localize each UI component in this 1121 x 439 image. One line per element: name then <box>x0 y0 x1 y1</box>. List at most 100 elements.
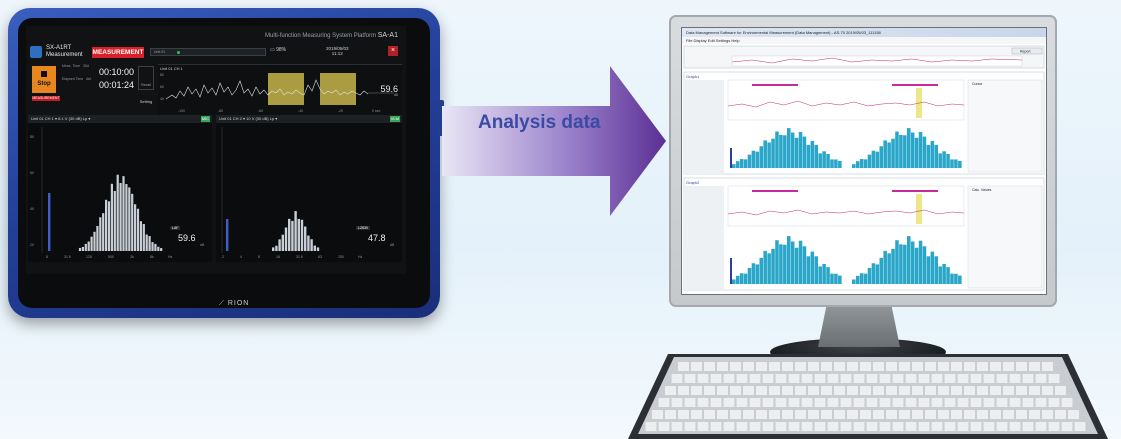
spectrum-bar <box>113 191 116 251</box>
key <box>873 386 884 395</box>
pc-spectrum-bar <box>779 244 783 284</box>
pc-spectrum-bar <box>751 150 756 168</box>
pc-spectrum-bar <box>739 273 744 284</box>
key <box>730 410 741 419</box>
panel2-header[interactable]: Unit 01 CH 2 ▾ 10 V (30 dB) Lp ▾ VLM <box>216 115 402 123</box>
key <box>977 410 988 419</box>
key <box>671 422 683 431</box>
key <box>691 386 702 395</box>
pc-spectrum-bar <box>852 164 856 168</box>
setting-button[interactable]: Setting <box>138 92 154 106</box>
cursor-label: Cursor <box>972 82 983 86</box>
key <box>827 398 839 407</box>
panel2-hz-label: 63 <box>318 255 322 259</box>
key <box>918 374 930 383</box>
pc-spectrum-bar <box>783 244 787 284</box>
pc-spectrum-bar <box>910 132 915 168</box>
pc-spectrum-bar <box>755 151 760 168</box>
key <box>931 398 943 407</box>
key <box>957 374 969 383</box>
key <box>944 374 956 383</box>
pc-spectrum-bar <box>852 279 856 284</box>
key <box>736 398 748 407</box>
pc-spectrum-bar <box>830 273 834 284</box>
pc-spectrum-bar <box>859 273 864 284</box>
menu-bar[interactable]: File Display Edit Settings Help <box>682 37 1046 44</box>
key <box>808 362 819 371</box>
measurement-badge[interactable]: MEASUREMENT <box>92 47 144 58</box>
spectrum-bar <box>122 176 125 251</box>
pc-spectrum-bar <box>732 279 736 284</box>
app-name-line1: SX-A1RT <box>46 45 72 51</box>
key <box>944 398 956 407</box>
key <box>769 362 780 371</box>
spectrum-bar <box>278 239 281 251</box>
marker-bar <box>752 190 798 192</box>
spectrum-bar <box>157 246 160 251</box>
panel2-value: 47.8 <box>368 233 386 243</box>
tablet-screen: Multi-function Measuring System Platform… <box>26 26 406 274</box>
key <box>665 386 676 395</box>
key <box>951 362 962 371</box>
pc-spectrum-bar <box>938 266 942 284</box>
key <box>892 374 904 383</box>
key <box>697 398 709 407</box>
key <box>1068 410 1079 419</box>
key <box>840 398 852 407</box>
close-button[interactable]: × <box>388 46 398 56</box>
spectrum-bar <box>288 218 291 251</box>
clock: 2019/05/03 11:12 <box>326 46 349 56</box>
key <box>775 422 787 431</box>
key <box>892 422 904 431</box>
key <box>879 374 891 383</box>
key <box>756 410 767 419</box>
pc-spectrum-bar <box>818 266 822 284</box>
key <box>970 374 982 383</box>
key <box>749 422 761 431</box>
panel1-y-label: 60 <box>30 171 34 175</box>
pc-spectrum-bar <box>783 135 787 168</box>
key <box>990 410 1001 419</box>
key <box>723 374 735 383</box>
waveform-graph <box>165 73 394 105</box>
spectrum-bar <box>99 217 102 251</box>
unit-selector[interactable]: Unit 01 <box>150 48 266 56</box>
key <box>983 422 995 431</box>
key <box>697 422 709 431</box>
unit-label: Unit 01 <box>154 50 166 54</box>
key <box>723 398 735 407</box>
wave-x-label: -100 <box>178 109 186 113</box>
key <box>808 386 819 395</box>
spectrum-bar <box>84 243 87 251</box>
key <box>834 362 845 371</box>
pc-spectrum-bar <box>914 247 919 284</box>
pc-spectrum-bar <box>907 236 911 284</box>
key <box>658 422 670 431</box>
panel1-header[interactable]: Unit 01 CH 1 ▾ 8.1 V (30 dB) Lp ▾ MIC <box>28 115 212 123</box>
pc-spectrum-bar <box>755 264 760 284</box>
spectrum-bar <box>119 182 122 251</box>
pc-spectrum-bar <box>787 236 791 284</box>
key <box>996 398 1008 407</box>
pc-overall-bar <box>730 148 732 168</box>
panel1-leq-label: LAF <box>170 226 181 230</box>
window-title: Data Management Software for Environment… <box>682 28 1046 37</box>
key <box>691 410 702 419</box>
clock-time: 11:12 <box>331 51 343 56</box>
key <box>996 422 1008 431</box>
key <box>1061 422 1073 431</box>
recall-button[interactable]: Recall <box>138 66 154 90</box>
key <box>782 362 793 371</box>
stop-button[interactable]: Stop <box>32 66 56 93</box>
wave-y-label: 60 <box>160 85 164 89</box>
pc-spectrum-bar <box>954 273 958 284</box>
key <box>795 386 806 395</box>
key <box>879 398 891 407</box>
key <box>944 422 956 431</box>
pc-spectrum-bar <box>946 153 950 168</box>
pc-spectrum-bar <box>822 263 826 284</box>
pc-spectrum-bar <box>879 257 884 284</box>
spectrum-bar <box>139 221 142 251</box>
pc-spectrum-bar <box>790 132 795 168</box>
panel1-hz-label: 2k <box>130 255 134 259</box>
